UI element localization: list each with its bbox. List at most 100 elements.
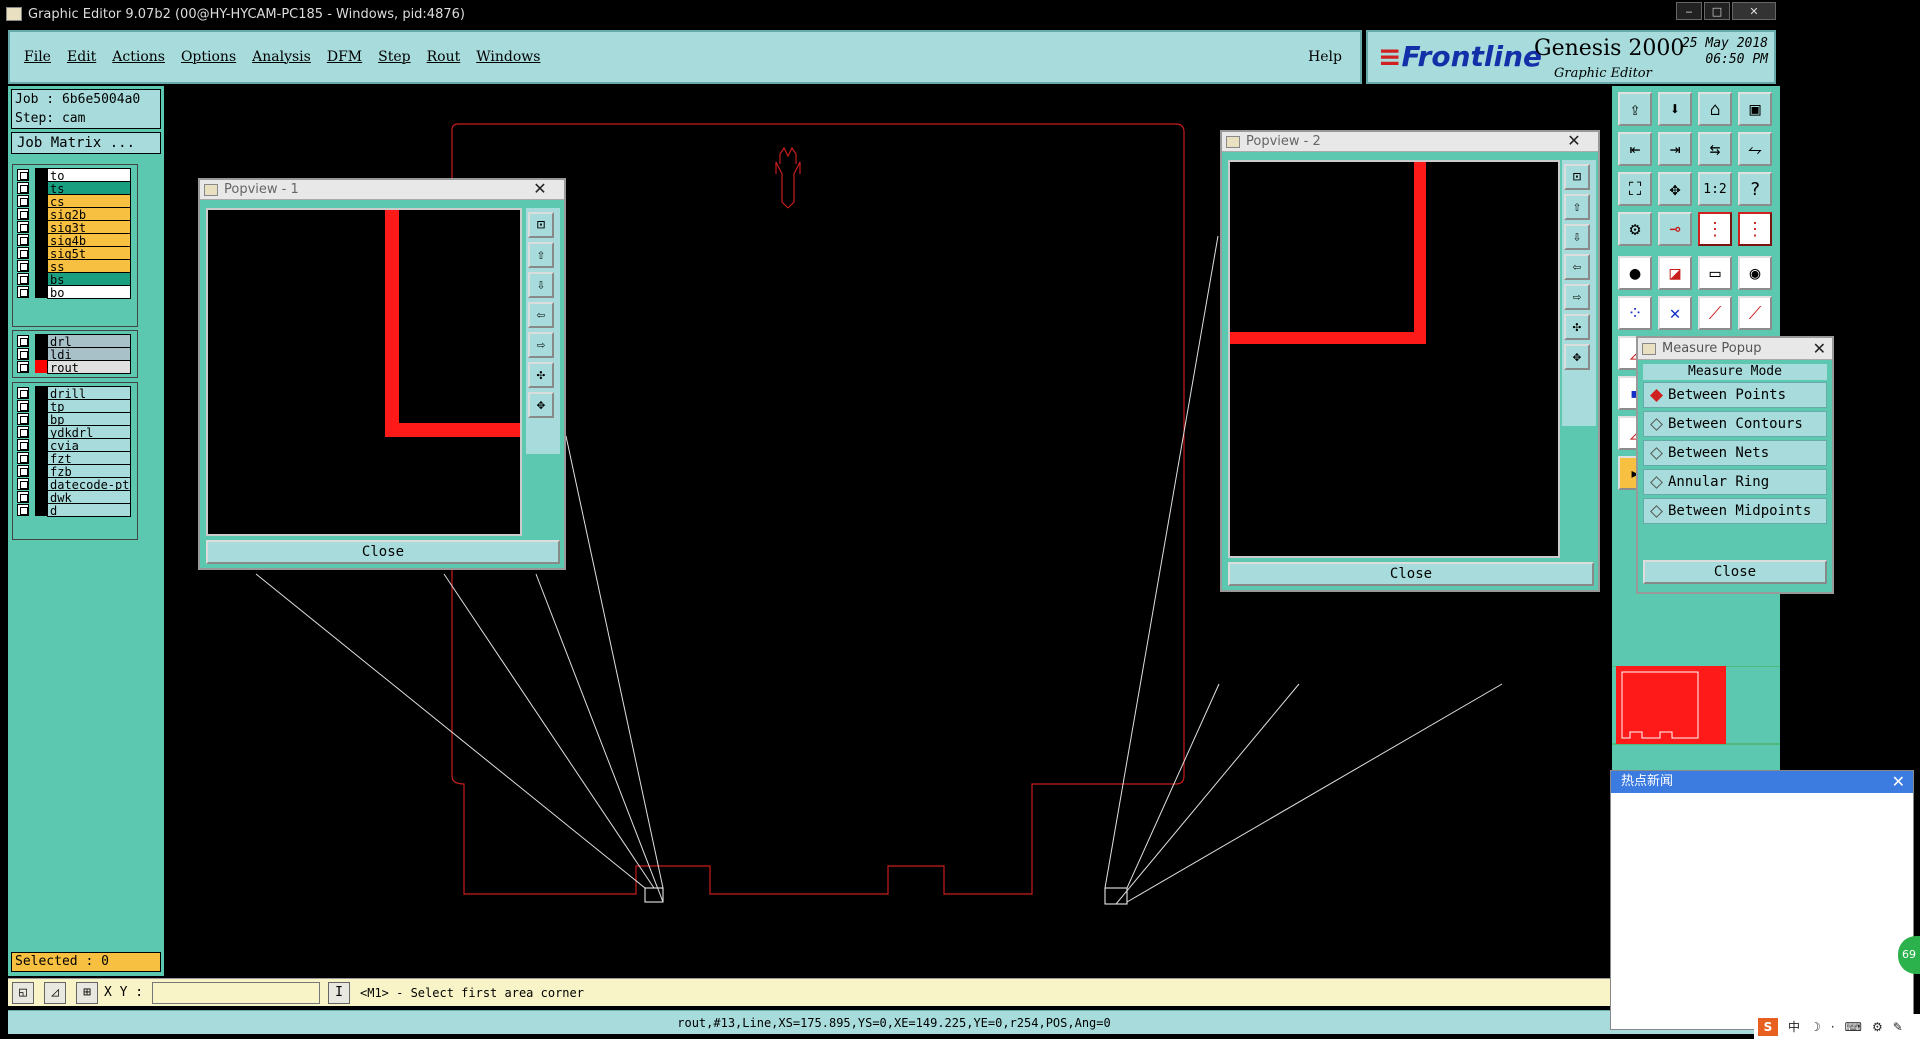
net-select-icon[interactable]: ⋮ <box>1738 212 1772 246</box>
wrench-icon[interactable]: ✎ <box>1893 1020 1903 1034</box>
layer-checkbox[interactable] <box>17 233 29 246</box>
pan-right-icon[interactable]: ⇨ <box>528 332 554 358</box>
popview-2-close-icon[interactable]: ✕ <box>1556 132 1592 152</box>
zoom-out-icon[interactable]: ✥ <box>528 392 554 418</box>
layer-row-d[interactable]: d <box>13 502 138 517</box>
layer-checkbox[interactable] <box>17 503 29 516</box>
xy-input[interactable] <box>152 982 320 1004</box>
pan-down-icon[interactable]: ⇩ <box>1564 224 1590 250</box>
layer-checkbox[interactable] <box>17 438 29 451</box>
shape-icon[interactable]: ◪ <box>1658 256 1692 290</box>
popview-1-view[interactable] <box>206 208 522 536</box>
dot-icon[interactable]: · <box>1831 1020 1835 1034</box>
layer-checkbox[interactable] <box>17 386 29 399</box>
option-annular-ring[interactable]: Annular Ring <box>1643 469 1827 495</box>
menu-rout[interactable]: Rout <box>427 49 461 65</box>
open-icon[interactable]: ⬇ <box>1658 92 1692 126</box>
layer-checkbox[interactable] <box>17 207 29 220</box>
connect-icon[interactable]: ⁘ <box>1618 296 1652 330</box>
popview-1-close-icon[interactable]: ✕ <box>522 180 558 200</box>
measure-close-icon[interactable]: ✕ <box>1813 339 1826 358</box>
layer-checkbox[interactable] <box>17 347 29 360</box>
option-between-nets[interactable]: Between Nets <box>1643 440 1827 466</box>
zoom-area-icon[interactable]: ◱ <box>12 982 34 1004</box>
save-icon[interactable]: ⇪ <box>1618 92 1652 126</box>
news-close-icon[interactable]: ✕ <box>1892 771 1905 793</box>
pad-icon[interactable]: ● <box>1618 256 1652 290</box>
swap-icon[interactable]: ⇆ <box>1698 132 1732 166</box>
option-between-contours[interactable]: Between Contours <box>1643 411 1827 437</box>
popview-1-close-button[interactable]: Close <box>206 540 560 564</box>
ime-icon[interactable]: S <box>1758 1017 1778 1036</box>
pin-icon[interactable]: ⊸ <box>1658 212 1692 246</box>
measure-icon[interactable]: ◿ <box>44 982 66 1004</box>
arrow-out-icon[interactable]: ⇥ <box>1658 132 1692 166</box>
menu-help[interactable]: Help <box>1308 49 1342 65</box>
popview-2-close-button[interactable]: Close <box>1228 562 1594 586</box>
center-icon[interactable]: ✥ <box>1658 172 1692 206</box>
pan-right-icon[interactable]: ⇨ <box>1564 284 1590 310</box>
zoom-fit-icon[interactable]: ⊡ <box>1564 164 1590 190</box>
layer-checkbox[interactable] <box>17 451 29 464</box>
scale-one-icon[interactable]: 1:2 <box>1698 172 1732 206</box>
layer-checkbox[interactable] <box>17 272 29 285</box>
layer-checkbox[interactable] <box>17 285 29 298</box>
maximize-button[interactable]: □ <box>1704 2 1730 20</box>
layer-checkbox[interactable] <box>17 490 29 503</box>
menu-windows[interactable]: Windows <box>476 49 540 65</box>
home-icon[interactable]: ⌂ <box>1698 92 1732 126</box>
zoom-in-icon[interactable]: ✣ <box>528 362 554 388</box>
layer-checkbox[interactable] <box>17 220 29 233</box>
layer-name[interactable]: d <box>47 502 131 517</box>
panel-icon[interactable]: ▣ <box>1738 92 1772 126</box>
arrow-in-icon[interactable]: ⇤ <box>1618 132 1652 166</box>
zoom-out-icon[interactable]: ✥ <box>1564 344 1590 370</box>
keyboard-icon[interactable]: ⌨ <box>1845 1020 1862 1034</box>
layer-checkbox[interactable] <box>17 246 29 259</box>
layer-name[interactable]: bo <box>47 284 131 299</box>
settings-icon[interactable]: ⚙ <box>1872 1020 1883 1034</box>
pan-left-icon[interactable]: ⇦ <box>1564 254 1590 280</box>
layer-row-rout[interactable]: rout <box>13 359 138 374</box>
layer-checkbox[interactable] <box>17 425 29 438</box>
menu-actions[interactable]: Actions <box>112 49 165 65</box>
layer-checkbox[interactable] <box>17 399 29 412</box>
pan-up-icon[interactable]: ⇧ <box>528 242 554 268</box>
vector-icon[interactable]: ⟋ <box>1738 296 1772 330</box>
close-window-button[interactable]: ✕ <box>1732 2 1776 20</box>
job-matrix-button[interactable]: Job Matrix ... <box>11 132 161 154</box>
layer-checkbox[interactable] <box>17 181 29 194</box>
layer-checkbox[interactable] <box>17 334 29 347</box>
cross-icon[interactable]: ✕ <box>1658 296 1692 330</box>
layer-checkbox[interactable] <box>17 259 29 272</box>
menu-options[interactable]: Options <box>181 49 236 65</box>
line-icon[interactable]: ⟋ <box>1698 296 1732 330</box>
snake-icon[interactable]: ⥊ <box>1738 132 1772 166</box>
minimize-button[interactable]: ‒ <box>1676 2 1702 20</box>
menu-analysis[interactable]: Analysis <box>252 49 311 65</box>
pan-down-icon[interactable]: ⇩ <box>528 272 554 298</box>
zoom-fit-icon[interactable]: ⊡ <box>528 212 554 238</box>
layer-checkbox[interactable] <box>17 464 29 477</box>
sliders-icon[interactable]: ⚙ <box>1618 212 1652 246</box>
menu-edit[interactable]: Edit <box>67 49 96 65</box>
cursor-icon[interactable]: I <box>328 982 350 1004</box>
moon-icon[interactable]: ☽ <box>1810 1020 1821 1034</box>
fit-screen-icon[interactable]: ⛶ <box>1618 172 1652 206</box>
help-icon[interactable]: ? <box>1738 172 1772 206</box>
mini-map[interactable] <box>1612 666 1780 766</box>
layer-checkbox[interactable] <box>17 168 29 181</box>
pan-left-icon[interactable]: ⇦ <box>528 302 554 328</box>
layer-checkbox[interactable] <box>17 360 29 373</box>
dot-icon[interactable]: ◉ <box>1738 256 1772 290</box>
menu-file[interactable]: File <box>24 49 51 65</box>
option-between-midpoints[interactable]: Between Midpoints <box>1643 498 1827 524</box>
measure-close-button[interactable]: Close <box>1643 560 1827 584</box>
menu-dfm[interactable]: DFM <box>327 49 362 65</box>
popview-2-view[interactable] <box>1228 160 1560 558</box>
grid-icon[interactable]: ⊞ <box>76 982 98 1004</box>
layer-name[interactable]: rout <box>47 359 131 374</box>
net-icon[interactable]: ⋮ <box>1698 212 1732 246</box>
menu-step[interactable]: Step <box>378 49 410 65</box>
ime-mode[interactable]: 中 <box>1788 1018 1800 1035</box>
